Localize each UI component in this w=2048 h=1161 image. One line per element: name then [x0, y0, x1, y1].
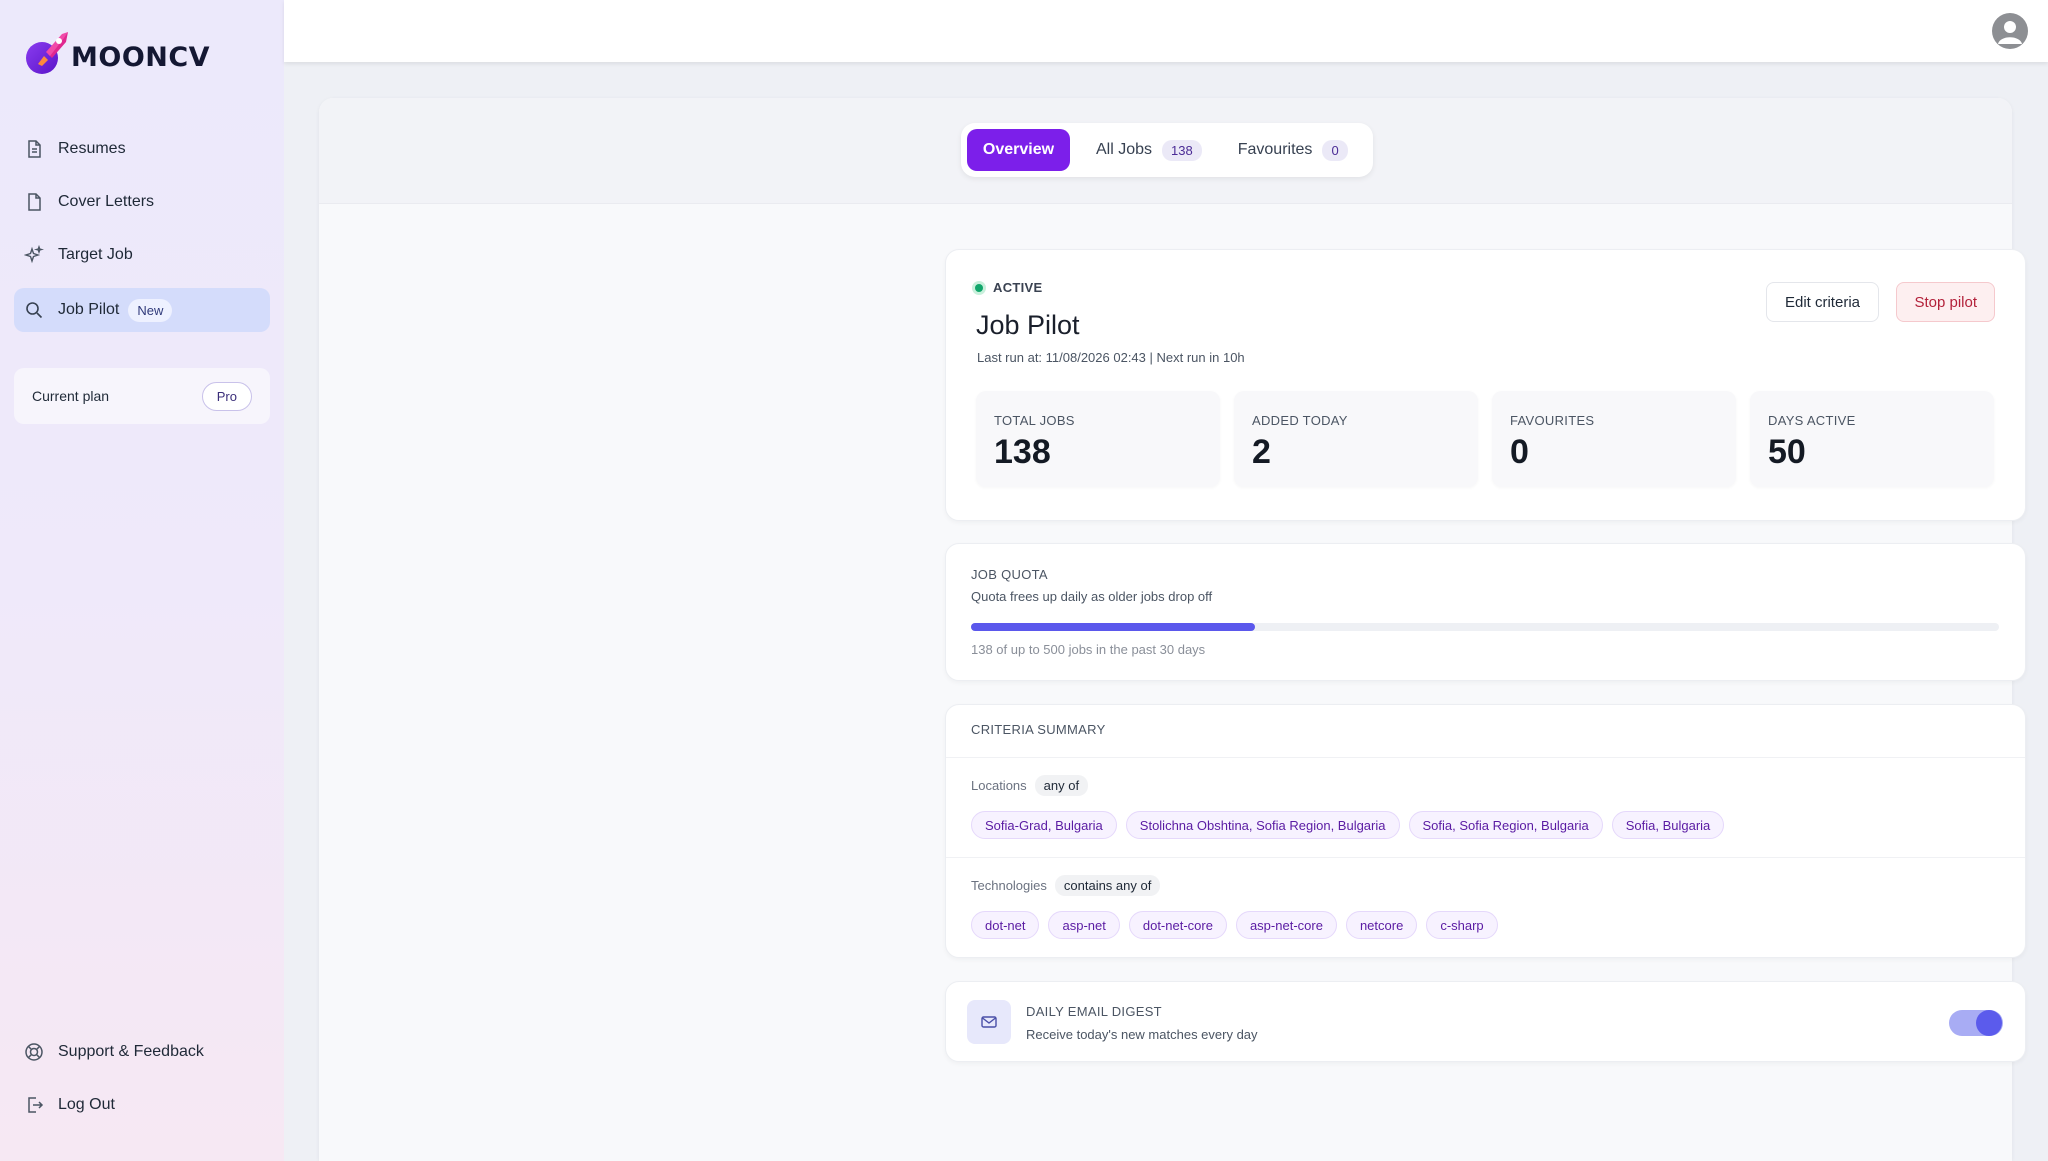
tab-label: All Jobs — [1096, 141, 1153, 158]
active-dot-icon — [972, 280, 986, 295]
location-chip: Sofia, Bulgaria — [1611, 811, 1725, 839]
logout-icon — [24, 1095, 44, 1115]
lifebuoy-icon — [24, 1042, 44, 1062]
plan-label: Current plan — [32, 388, 110, 404]
daily-digest-card: DAILY EMAIL DIGEST Receive today's new m… — [945, 981, 2026, 1062]
tab-label: Overview — [982, 141, 1055, 158]
quota-subtitle: Quota frees up daily as older jobs drop … — [971, 589, 1213, 604]
user-icon — [1998, 21, 2022, 44]
technology-chip: asp-net-core — [1235, 911, 1337, 939]
technologies-label: Technologies — [971, 878, 1047, 893]
sparkles-icon — [24, 245, 44, 265]
document-icon — [24, 139, 44, 159]
digest-subtitle: Receive today's new matches every day — [1026, 1027, 1258, 1042]
sidebar-item-label: Job Pilot — [58, 301, 120, 318]
view-tabs: Overview All Jobs 138 Favourites 0 — [961, 123, 1373, 177]
technology-chip: c-sharp — [1426, 911, 1498, 939]
plan-badge[interactable]: Pro — [201, 381, 252, 411]
app-logo[interactable]: MOONCV — [22, 28, 210, 78]
technology-chip: netcore — [1345, 911, 1418, 939]
location-chip: Sofia-Grad, Bulgaria — [971, 811, 1117, 839]
search-icon — [24, 300, 44, 320]
sidebar: MOONCV Resumes Cover Letters Target Job … — [0, 0, 284, 1161]
location-chip: Sofia, Sofia Region, Bulgaria — [1408, 811, 1603, 839]
stat-days-active: DAYS ACTIVE 50 — [1750, 391, 1994, 487]
criteria-summary-card: CRITERIA SUMMARY Locations any of Sofia-… — [945, 704, 2026, 958]
locations-operator: any of — [1034, 775, 1089, 796]
mail-icon — [981, 1016, 997, 1028]
tab-count: 0 — [1322, 139, 1348, 161]
top-bar — [284, 0, 2048, 62]
sidebar-item-logout[interactable]: Log Out — [14, 1083, 270, 1127]
locations-label-row: Locations any of — [971, 775, 1089, 796]
sidebar-item-job-pilot[interactable]: Job Pilot New — [14, 288, 270, 332]
divider — [946, 857, 2025, 858]
status-text: ACTIVE — [993, 280, 1043, 295]
stat-value: 0 — [1510, 433, 1529, 471]
quota-caption: 138 of up to 500 jobs in the past 30 day… — [971, 642, 1206, 657]
tab-favourites[interactable]: Favourites 0 — [1220, 129, 1366, 171]
status-badge: ACTIVE — [972, 280, 1042, 295]
sidebar-item-support[interactable]: Support & Feedback — [14, 1030, 270, 1074]
criteria-title: CRITERIA SUMMARY — [971, 722, 1106, 737]
technology-chip: asp-net — [1048, 911, 1120, 939]
location-chip: Stolichna Obshtina, Sofia Region, Bulgar… — [1125, 811, 1400, 839]
card-title: Job Pilot — [976, 310, 1080, 340]
sidebar-item-label: Target Job — [58, 246, 133, 263]
sidebar-item-label: Resumes — [58, 140, 126, 157]
stop-pilot-button[interactable]: Stop pilot — [1896, 282, 1995, 322]
job-quota-card: JOB QUOTA Quota frees up daily as older … — [945, 543, 2026, 681]
mail-icon-box — [967, 1000, 1011, 1044]
digest-title: DAILY EMAIL DIGEST — [1026, 1004, 1162, 1019]
run-info: Last run at: 11/08/2026 02:43 | Next run… — [977, 350, 1245, 365]
tab-all-jobs[interactable]: All Jobs 138 — [1078, 129, 1220, 171]
stat-value: 138 — [994, 433, 1051, 471]
digest-toggle[interactable] — [1949, 1010, 2003, 1036]
technologies-operator: contains any of — [1054, 875, 1161, 896]
location-chips: Sofia-Grad, Bulgaria Stolichna Obshtina,… — [971, 811, 1725, 839]
current-plan-card: Current plan Pro — [14, 368, 270, 424]
job-pilot-card: ACTIVE Job Pilot Last run at: 11/08/2026… — [945, 249, 2026, 521]
edit-criteria-button[interactable]: Edit criteria — [1765, 282, 1879, 322]
technologies-label-row: Technologies contains any of — [971, 875, 1161, 896]
main-panel: Overview All Jobs 138 Favourites 0 ACTIV… — [319, 98, 2026, 1161]
app-name: MOONCV — [71, 41, 211, 73]
sidebar-item-target-job[interactable]: Target Job — [14, 233, 270, 277]
stat-total-jobs: TOTAL JOBS 138 — [976, 391, 1220, 487]
quota-progress-bar — [971, 623, 1999, 631]
quota-progress-fill — [971, 623, 1255, 631]
sidebar-item-label: Log Out — [58, 1096, 115, 1113]
technology-chip: dot-net — [971, 911, 1040, 939]
sidebar-item-label: Support & Feedback — [58, 1043, 204, 1060]
sidebar-item-resumes[interactable]: Resumes — [14, 127, 270, 171]
toggle-knob — [1976, 1010, 2002, 1036]
sidebar-item-label: Cover Letters — [58, 193, 155, 210]
locations-label: Locations — [971, 778, 1027, 793]
quota-title: JOB QUOTA — [971, 567, 1048, 582]
stat-value: 2 — [1252, 433, 1271, 471]
stat-label: TOTAL JOBS — [994, 413, 1075, 428]
rocket-logo-icon — [26, 32, 68, 74]
stat-favourites: FAVOURITES 0 — [1492, 391, 1736, 487]
tab-count: 138 — [1162, 139, 1202, 161]
file-icon — [24, 192, 44, 212]
stat-label: DAYS ACTIVE — [1768, 413, 1856, 428]
stat-label: ADDED TODAY — [1252, 413, 1348, 428]
panel-header: Overview All Jobs 138 Favourites 0 — [319, 98, 2012, 204]
tab-overview[interactable]: Overview — [967, 129, 1070, 171]
sidebar-item-cover-letters[interactable]: Cover Letters — [14, 180, 270, 224]
stat-added-today: ADDED TODAY 2 — [1234, 391, 1478, 487]
divider — [946, 757, 2025, 758]
stat-value: 50 — [1768, 433, 1806, 471]
tab-label: Favourites — [1237, 141, 1313, 158]
technology-chip: dot-net-core — [1128, 911, 1227, 939]
technology-chips: dot-net asp-net dot-net-core asp-net-cor… — [971, 911, 1498, 939]
stat-label: FAVOURITES — [1510, 413, 1595, 428]
user-avatar[interactable] — [1992, 13, 2028, 49]
new-badge: New — [128, 298, 173, 322]
